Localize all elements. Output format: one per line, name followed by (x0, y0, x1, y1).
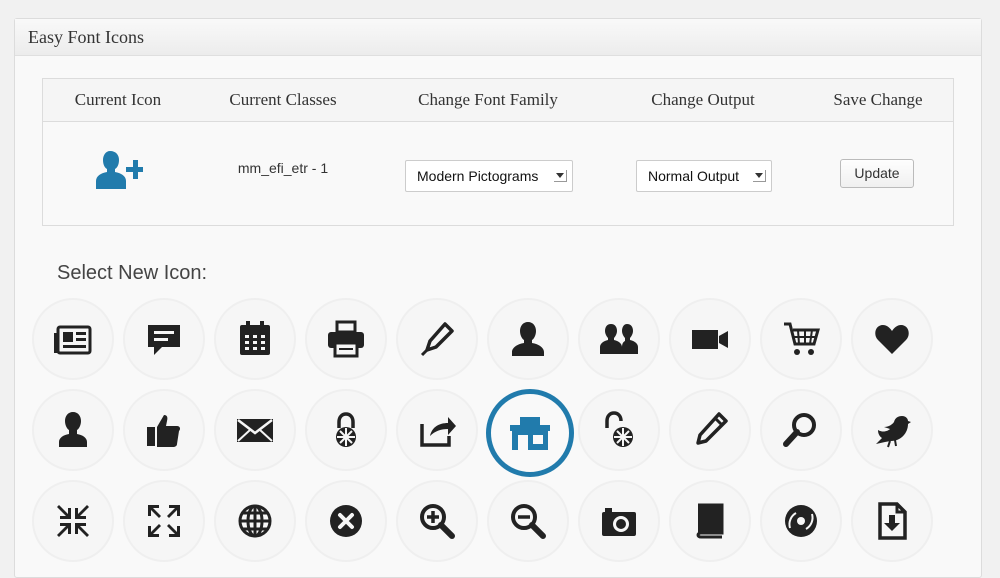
pen-icon[interactable] (396, 298, 478, 380)
users-icon[interactable] (578, 298, 660, 380)
select-new-icon-label: Select New Icon: (57, 262, 208, 284)
pencil-icon[interactable] (669, 389, 751, 471)
user-alt-icon[interactable] (32, 389, 114, 471)
table-row: mm_efi_etr - 1 Modern Pictograms Normal … (43, 122, 953, 226)
icon-settings-table: Current Icon Current Classes Change Font… (42, 78, 954, 226)
newspaper-icon[interactable] (32, 298, 114, 380)
header-current-classes: Current Classes (229, 90, 337, 109)
unlock-icon[interactable] (578, 389, 660, 471)
thumbs-up-icon[interactable] (123, 389, 205, 471)
output-value: Normal Output (648, 168, 740, 184)
add-user-icon (95, 149, 145, 193)
font-family-select[interactable]: Modern Pictograms (405, 160, 573, 192)
home-icon[interactable] (486, 389, 574, 477)
printer-icon[interactable] (305, 298, 387, 380)
header-current-icon: Current Icon (74, 90, 162, 109)
output-select[interactable]: Normal Output (636, 160, 772, 192)
header-change-font-family: Change Font Family (418, 90, 558, 109)
bird-icon[interactable] (851, 389, 933, 471)
book-icon[interactable] (669, 480, 751, 562)
camera-icon[interactable] (578, 480, 660, 562)
calendar-icon[interactable] (214, 298, 296, 380)
chevron-down-icon (753, 170, 766, 182)
update-button[interactable]: Update (840, 159, 914, 188)
font-family-value: Modern Pictograms (417, 168, 539, 184)
chat-icon[interactable] (123, 298, 205, 380)
chevron-down-icon (554, 170, 567, 182)
panel-header: Easy Font Icons (15, 19, 981, 56)
header-change-output: Change Output (651, 90, 755, 109)
search-icon[interactable] (760, 389, 842, 471)
share-icon[interactable] (396, 389, 478, 471)
lock-icon[interactable] (305, 389, 387, 471)
expand-icon[interactable] (123, 480, 205, 562)
table-header: Current Icon Current Classes Change Font… (43, 79, 953, 122)
envelope-icon[interactable] (214, 389, 296, 471)
cart-icon[interactable] (760, 298, 842, 380)
user-icon[interactable] (487, 298, 569, 380)
zoom-out-icon[interactable] (487, 480, 569, 562)
download-icon[interactable] (851, 480, 933, 562)
disc-icon[interactable] (760, 480, 842, 562)
header-save-change: Save Change (833, 90, 923, 109)
globe-icon[interactable] (214, 480, 296, 562)
panel-title: Easy Font Icons (28, 27, 144, 47)
current-classes-value: mm_efi_etr - 1 (237, 160, 329, 176)
zoom-in-icon[interactable] (396, 480, 478, 562)
heart-icon[interactable] (851, 298, 933, 380)
video-camera-icon[interactable] (669, 298, 751, 380)
contract-icon[interactable] (32, 480, 114, 562)
close-icon[interactable] (305, 480, 387, 562)
